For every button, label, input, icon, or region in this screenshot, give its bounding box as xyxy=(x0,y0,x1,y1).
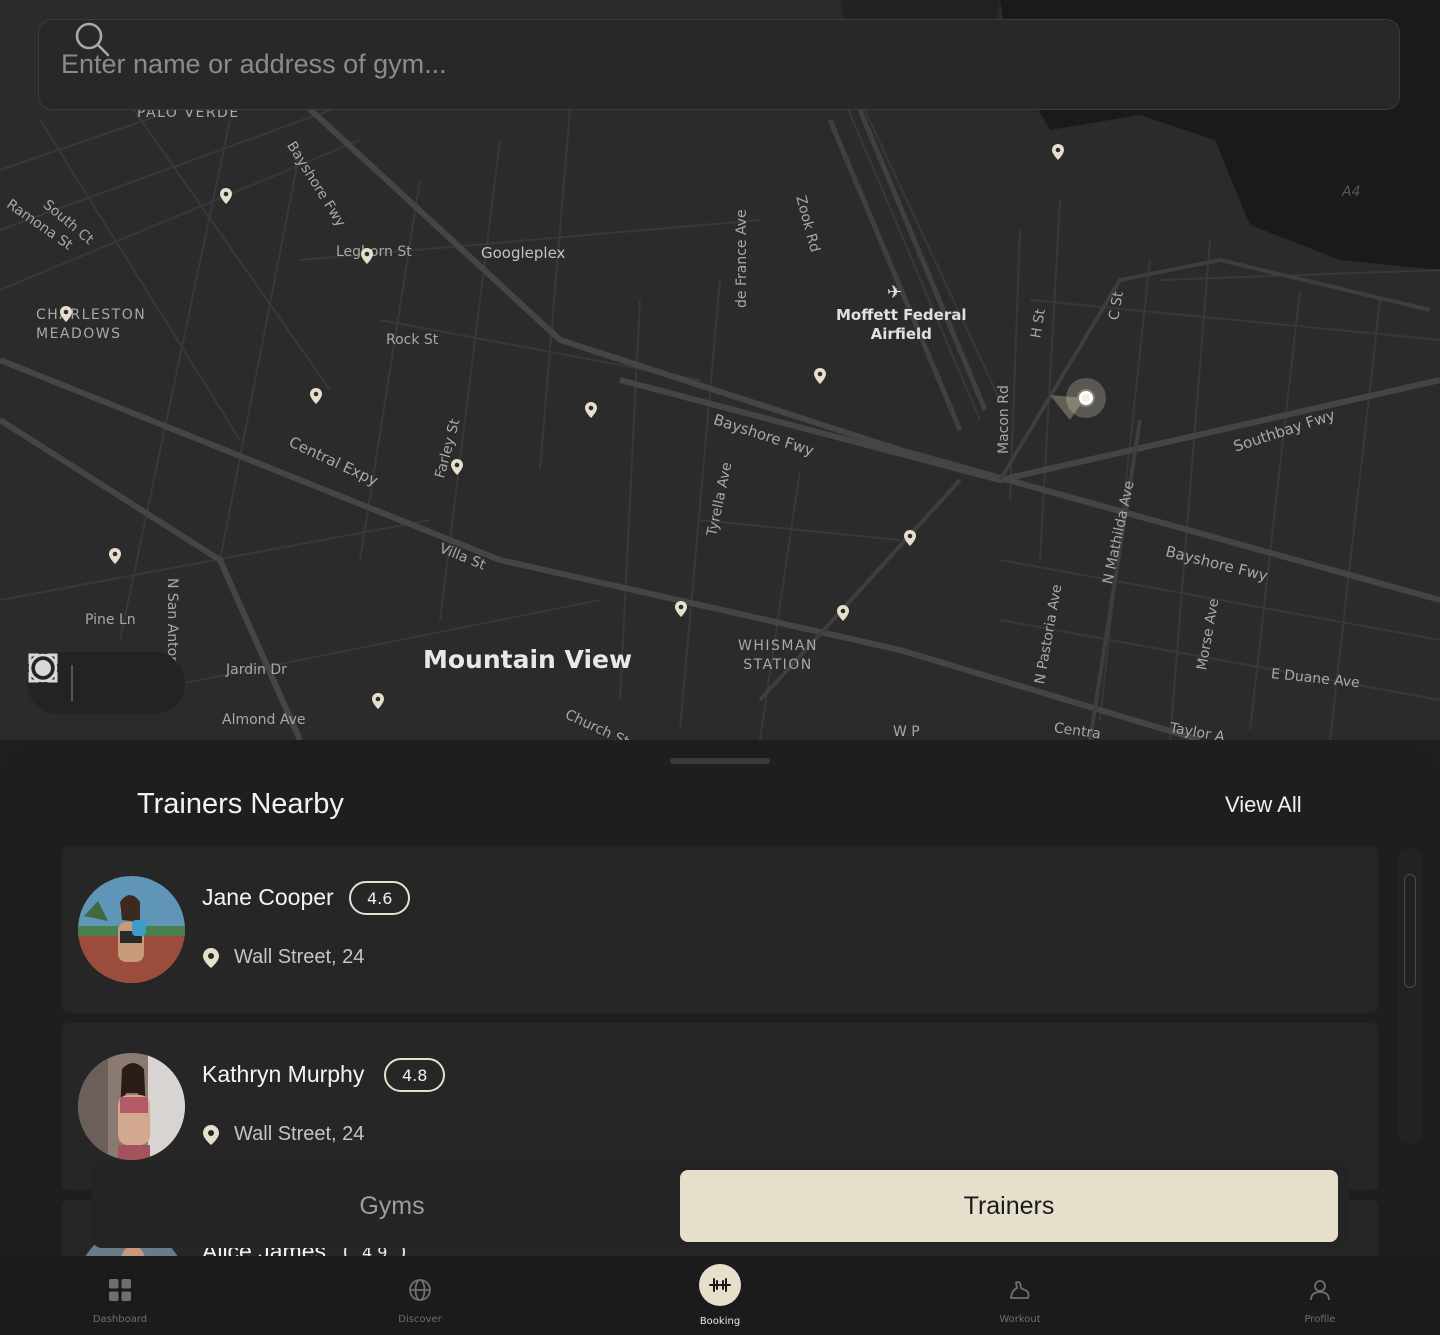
trainer-address: Wall Street, 24 xyxy=(234,946,365,968)
map-label: N San Antor xyxy=(164,578,180,662)
search-input[interactable] xyxy=(59,48,1213,81)
nav-profile[interactable]: Profile xyxy=(1260,1256,1380,1335)
gym-pin-icon[interactable] xyxy=(903,529,917,547)
map-label: W P xyxy=(893,724,920,740)
map-label: Googleplex xyxy=(481,244,566,262)
nav-label: Dashboard xyxy=(92,1314,148,1325)
avatar xyxy=(78,876,185,983)
gym-pin-icon[interactable] xyxy=(1051,143,1065,161)
divider xyxy=(71,665,73,701)
map-label: A4 xyxy=(1342,184,1361,200)
grid-icon xyxy=(109,1279,131,1301)
map-label: WHISMAN STATION xyxy=(738,638,819,673)
gym-pin-icon[interactable] xyxy=(813,367,827,385)
search-bar[interactable] xyxy=(38,19,1400,110)
nav-dashboard[interactable]: Dashboard xyxy=(60,1256,180,1335)
gym-pin-icon[interactable] xyxy=(360,247,374,265)
map-label: Jardin Dr xyxy=(226,662,287,678)
location-pin-icon xyxy=(203,1124,219,1145)
map-view[interactable]: PALO VERDE Bayshore Fwy South Ct Ramona … xyxy=(0,0,1440,740)
sheet-title: Trainers Nearby xyxy=(137,788,344,820)
list-scrollbar[interactable] xyxy=(1398,848,1422,1144)
map-label: Pine Ln xyxy=(85,612,136,628)
gym-pin-icon[interactable] xyxy=(108,547,122,565)
tab-gyms[interactable]: Gyms xyxy=(92,1170,692,1242)
map-controls xyxy=(27,652,185,714)
avatar-photo xyxy=(78,1053,185,1160)
trainer-location: Wall Street, 24 xyxy=(202,1123,364,1146)
avatar-photo xyxy=(78,876,185,983)
gym-pin-icon[interactable] xyxy=(219,187,233,205)
airport-icon: ✈ xyxy=(887,282,903,303)
map-label: Almond Ave xyxy=(222,712,306,728)
nav-booking[interactable]: Booking xyxy=(660,1256,780,1335)
map-label: Rock St xyxy=(386,332,439,348)
gym-pin-icon[interactable] xyxy=(59,305,73,323)
dumbbell-icon xyxy=(709,1278,731,1292)
gym-pin-icon[interactable] xyxy=(371,692,385,710)
map-label: de France Ave xyxy=(734,209,750,308)
tab-trainers[interactable]: Trainers xyxy=(680,1170,1338,1242)
trainer-address: Wall Street, 24 xyxy=(234,1123,365,1145)
map-label: Macon Rd xyxy=(996,385,1012,454)
rating-badge: 4.6 xyxy=(349,881,411,915)
nav-label: Profile xyxy=(1304,1314,1336,1325)
trainer-location: Wall Street, 24 xyxy=(202,946,364,969)
map-label: Moffett Federal Airfield xyxy=(836,306,967,343)
gym-pin-icon[interactable] xyxy=(584,401,598,419)
nav-label: Booking xyxy=(699,1316,741,1327)
user-icon xyxy=(1310,1280,1330,1301)
nav-label: Discover xyxy=(398,1314,442,1325)
trainer-name: Jane Cooper xyxy=(202,884,334,910)
view-all-link[interactable]: View All xyxy=(1225,792,1302,818)
current-location-marker xyxy=(1066,378,1106,418)
arm-icon xyxy=(1009,1281,1030,1299)
nav-discover[interactable]: Discover xyxy=(360,1256,480,1335)
rating-badge: 4.8 xyxy=(384,1058,446,1092)
globe-icon xyxy=(409,1279,431,1301)
bottom-navigation: Dashboard Discover Booking Workout Profi… xyxy=(0,1256,1440,1335)
search-icon xyxy=(75,22,110,57)
gym-pin-icon[interactable] xyxy=(309,387,323,405)
gyms-trainers-toggle: Gyms Trainers xyxy=(92,1162,1349,1248)
nav-workout[interactable]: Workout xyxy=(960,1256,1080,1335)
map-label-city: Mountain View xyxy=(423,645,633,674)
sheet-drag-handle[interactable] xyxy=(670,758,770,764)
map-label: CHARLESTON MEADOWS xyxy=(36,307,147,342)
trainer-name: Kathryn Murphy xyxy=(202,1061,365,1087)
gym-pin-icon[interactable] xyxy=(674,600,688,618)
gym-pin-icon[interactable] xyxy=(450,458,464,476)
scrollbar-thumb[interactable] xyxy=(1404,874,1416,988)
trainer-card[interactable]: Jane Cooper 4.6 Wall Street, 24 xyxy=(62,846,1378,1013)
location-pin-icon xyxy=(203,947,219,968)
avatar xyxy=(78,1053,185,1160)
gym-pin-icon[interactable] xyxy=(836,604,850,622)
nav-label: Workout xyxy=(999,1314,1041,1325)
target-icon xyxy=(28,653,58,683)
